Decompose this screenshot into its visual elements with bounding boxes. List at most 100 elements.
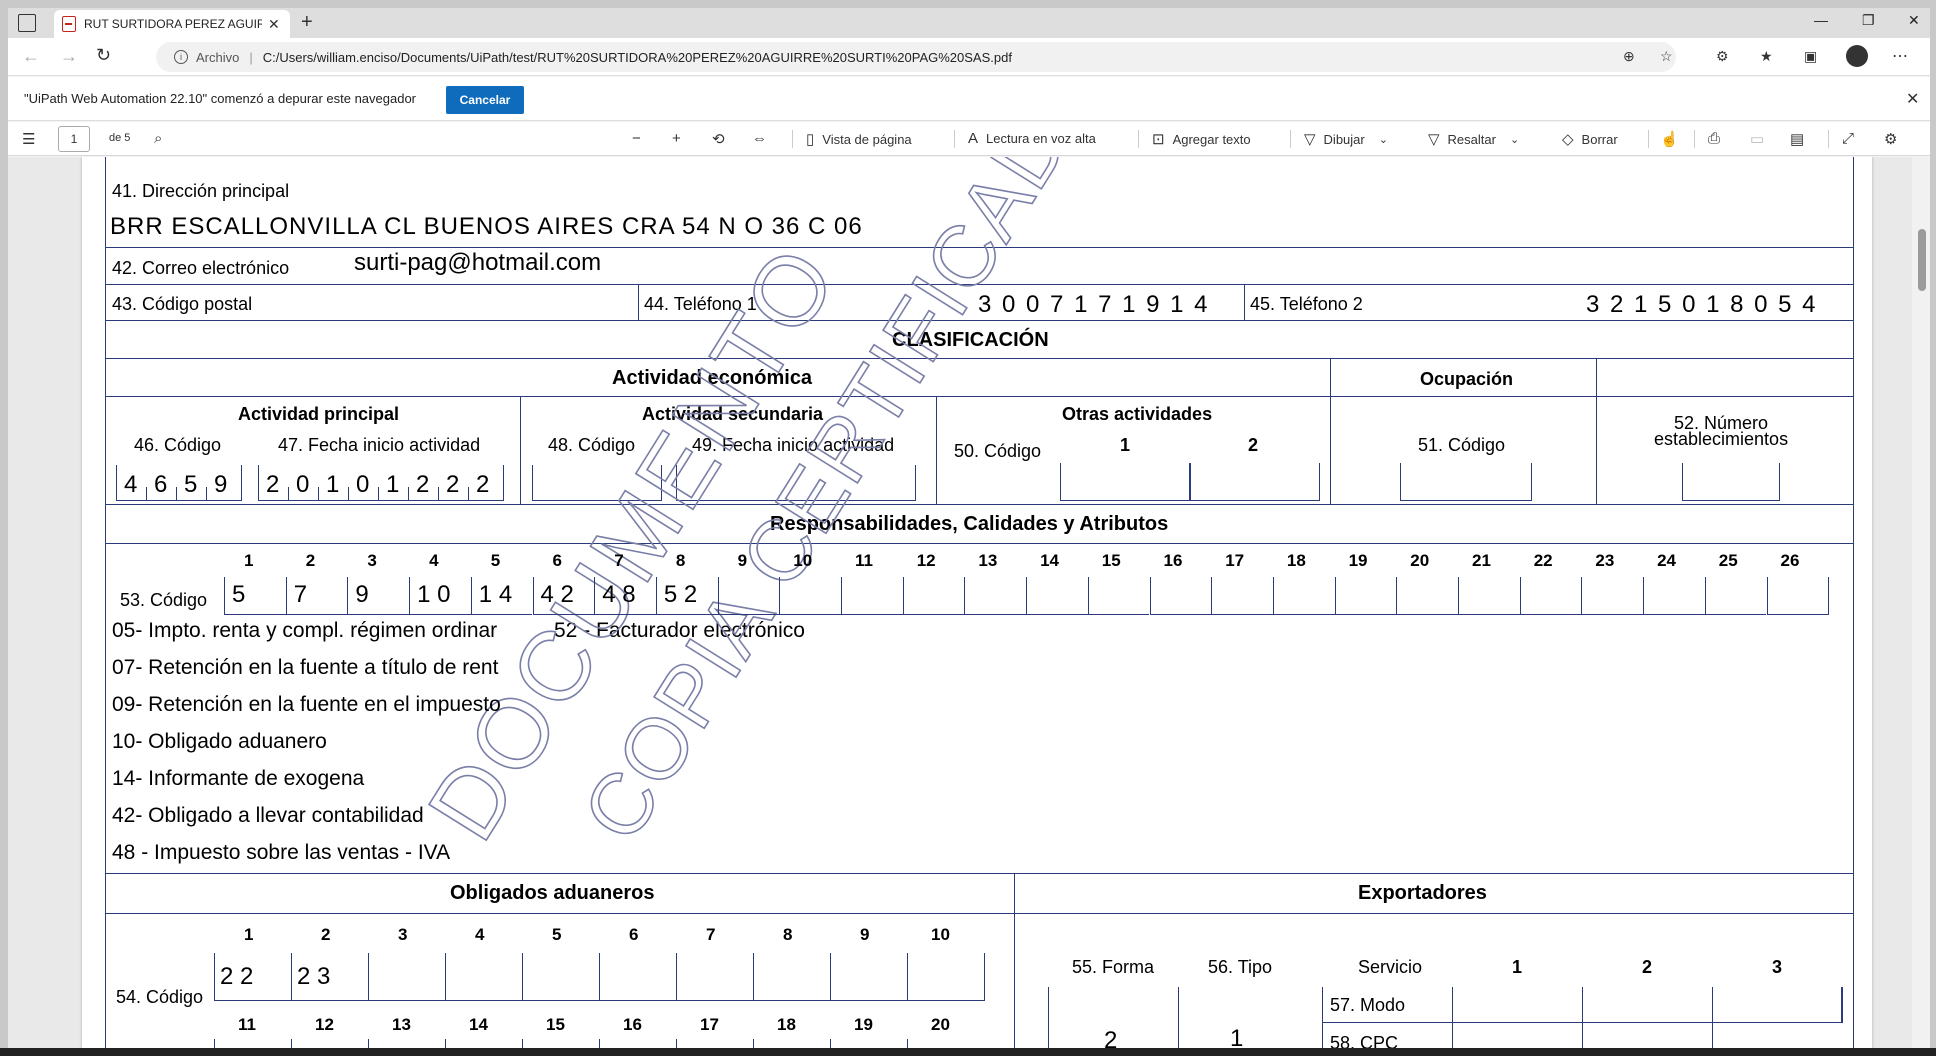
- f54-column-number: 4: [475, 925, 485, 944]
- f50-label: 50. Código: [954, 441, 1042, 461]
- f53-label: 53. Código: [120, 590, 208, 610]
- f49-label: 49. Fecha inicio actividad: [692, 435, 895, 455]
- tab-pdf[interactable]: RUT SURTIDORA PEREZ AGUIRRE ✕: [54, 10, 290, 38]
- f45-value: 3 2 1 5 0 1 8 0 5 4: [1586, 291, 1818, 318]
- info-icon[interactable]: i: [174, 50, 188, 64]
- erase-button[interactable]: ◇ Borrar: [1562, 130, 1618, 148]
- more-icon[interactable]: ⋯: [1892, 46, 1908, 66]
- f54-cell: [907, 953, 984, 1001]
- draw-button[interactable]: ▽ Dibujar ⌄: [1304, 130, 1396, 148]
- f54-cell: [676, 1039, 753, 1048]
- draw-icon: ▽: [1304, 131, 1316, 148]
- page-view-button[interactable]: ▯ Vista de página: [806, 130, 912, 148]
- tab-actions-icon[interactable]: [18, 14, 36, 32]
- f53-cell: [1334, 577, 1397, 615]
- infobar-message: "UiPath Web Automation 22.10" comenzó a …: [24, 91, 417, 106]
- f53-column-number: 24: [1657, 551, 1677, 570]
- f47-digit: 2: [446, 471, 460, 498]
- pdf-page: 41. Dirección principal BRR ESCALLONVILL…: [82, 157, 1872, 1048]
- otras-col-2: 2: [1248, 435, 1259, 455]
- page-number-input[interactable]: 1: [58, 126, 90, 152]
- save-as-icon[interactable]: ▤: [1790, 130, 1812, 148]
- cancel-button[interactable]: Cancelar: [446, 86, 524, 114]
- favorite-add-icon[interactable]: ☆: [1660, 48, 1673, 65]
- extensions-icon[interactable]: ⚙: [1716, 48, 1729, 65]
- infobar-close-icon[interactable]: ✕: [1906, 89, 1919, 109]
- f54-column-number: 12: [315, 1015, 334, 1034]
- f53-cell: [779, 577, 841, 615]
- scrollbar-thumb[interactable]: [1918, 229, 1926, 291]
- f53-cell: [841, 577, 903, 615]
- rotate-icon[interactable]: ⟲: [712, 130, 733, 148]
- f54-cell: [599, 1039, 676, 1048]
- f53-cell: [1704, 577, 1767, 615]
- contents-icon[interactable]: ☰: [22, 130, 43, 148]
- f53-value: 1 0: [417, 581, 451, 608]
- fullscreen-icon[interactable]: ⤢: [1842, 130, 1862, 147]
- col-line: [1596, 358, 1597, 504]
- f53-cell: [1149, 577, 1212, 615]
- col-line: [638, 284, 639, 320]
- f54-column-number: 5: [552, 925, 562, 944]
- col-line: [1582, 987, 1583, 1048]
- new-tab-icon[interactable]: +: [301, 11, 313, 34]
- settings-icon[interactable]: ⚙: [1884, 130, 1905, 148]
- col-line: [1842, 987, 1843, 1023]
- fit-width-icon[interactable]: ⇔: [752, 130, 775, 147]
- digit-divider: [408, 487, 409, 501]
- f54-column-number: 3: [398, 925, 408, 944]
- collections-icon[interactable]: ▣: [1804, 48, 1817, 65]
- document-viewport[interactable]: 41. Dirección principal BRR ESCALLONVILL…: [8, 157, 1930, 1048]
- ocupacion-header: Ocupación: [1420, 369, 1514, 389]
- f54-column-number: 15: [546, 1015, 565, 1034]
- col-line: [1014, 873, 1015, 1048]
- back-icon[interactable]: ←: [22, 46, 40, 67]
- vertical-scrollbar[interactable]: [1912, 157, 1930, 1048]
- favorites-icon[interactable]: ★: [1760, 48, 1773, 65]
- refresh-icon[interactable]: ↻: [96, 45, 111, 66]
- f55-value: 2: [1104, 1027, 1118, 1048]
- divider: [954, 130, 955, 148]
- f54-column-number: 13: [392, 1015, 411, 1034]
- chevron-down-icon[interactable]: ⌄: [1379, 133, 1388, 146]
- f54-cell: [753, 953, 830, 1001]
- page-view-icon: ▯: [806, 131, 815, 148]
- f47-digit: 2: [416, 471, 430, 498]
- tab-close-icon[interactable]: ✕: [268, 16, 280, 33]
- search-icon[interactable]: ⌕: [154, 130, 170, 147]
- close-window-icon[interactable]: ✕: [1908, 12, 1920, 29]
- chevron-down-icon[interactable]: ⌄: [1510, 133, 1519, 146]
- f46-digit: 6: [154, 471, 168, 498]
- f48-box: [532, 465, 662, 501]
- col-line: [1712, 987, 1713, 1048]
- col-line: [936, 396, 937, 504]
- zoom-in-icon[interactable]: +: [672, 130, 689, 147]
- page-view-label: Vista de página: [822, 131, 912, 147]
- highlight-button[interactable]: ▽ Resaltar ⌄: [1428, 130, 1527, 148]
- touch-icon[interactable]: ☝: [1660, 130, 1687, 148]
- restore-icon[interactable]: ❐: [1862, 12, 1875, 29]
- zoom-out-icon[interactable]: −: [632, 130, 649, 147]
- forward-icon[interactable]: →: [60, 46, 78, 67]
- print-icon[interactable]: ⎙: [1708, 130, 1728, 147]
- actividad-principal-header: Actividad principal: [238, 404, 400, 424]
- add-text-icon: ⊡: [1152, 131, 1165, 148]
- f53-column-number: 26: [1780, 551, 1800, 570]
- minimize-icon[interactable]: —: [1814, 12, 1828, 28]
- profile-avatar[interactable]: [1846, 45, 1868, 67]
- browser-window: RUT SURTIDORA PEREZ AGUIRRE ✕ + — ❐ ✕ ← …: [8, 8, 1930, 1048]
- url-field[interactable]: i Archivo | C:/Users/william.enciso/Docu…: [156, 42, 1676, 72]
- f54-column-number: 11: [238, 1015, 256, 1034]
- save-icon[interactable]: ▭: [1750, 130, 1772, 148]
- add-text-button[interactable]: ⊡ Agregar texto: [1152, 130, 1251, 148]
- responsabilidad-item: 09- Retención en la fuente en el impuest…: [112, 693, 501, 716]
- digit-divider: [146, 487, 147, 501]
- divider: [792, 130, 793, 148]
- f54-column-number: 1: [244, 925, 254, 944]
- f44-value: 3 0 0 7 1 7 1 9 1 4: [978, 291, 1210, 318]
- zoom-icon[interactable]: ⊕: [1623, 48, 1635, 65]
- read-aloud-button[interactable]: A Lectura en voz alta: [968, 130, 1096, 147]
- clasificacion-header: CLASIFICACIÓN: [892, 329, 1049, 351]
- highlight-label: Resaltar: [1447, 131, 1496, 147]
- f53-value: 1 4: [478, 581, 513, 608]
